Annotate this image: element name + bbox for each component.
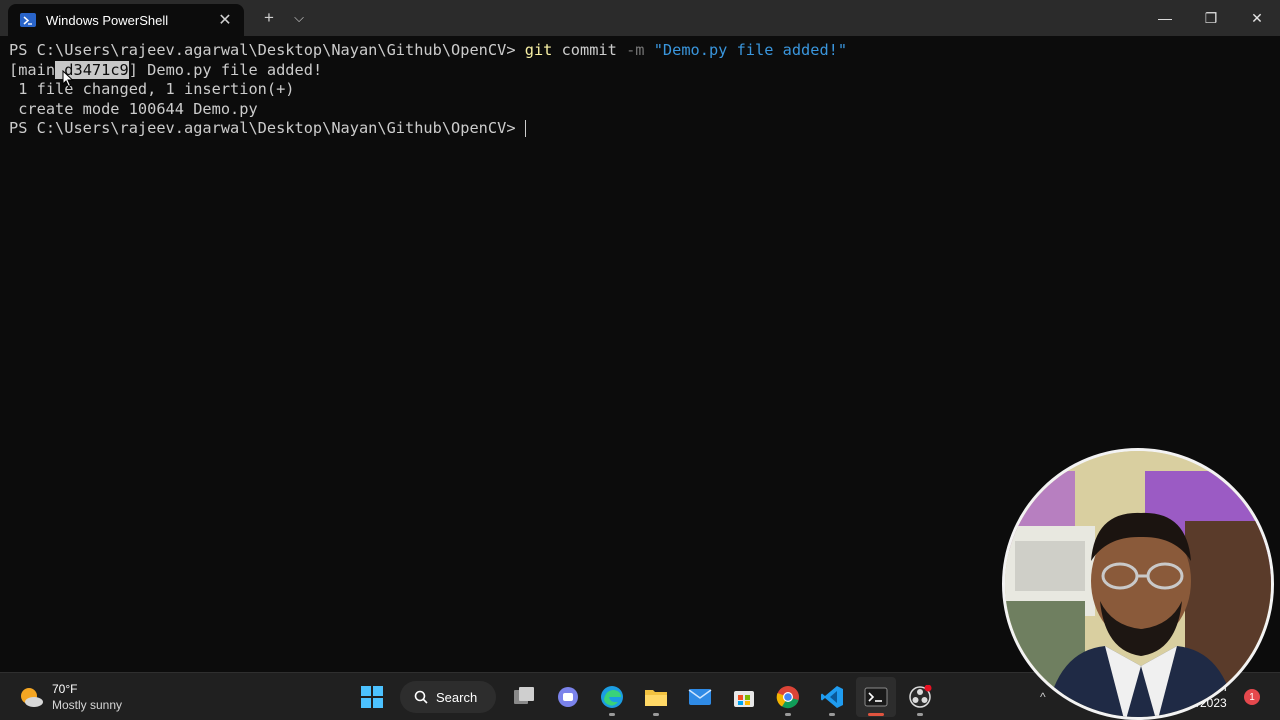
commit-message: "Demo.py file added!" bbox=[653, 41, 848, 59]
start-button[interactable] bbox=[352, 677, 392, 717]
store-button[interactable] bbox=[724, 677, 764, 717]
show-hidden-icons-chevron[interactable]: ^ bbox=[1040, 690, 1046, 704]
terminal-line-mode: create mode 100644 Demo.py bbox=[9, 99, 258, 118]
tab-windows-powershell[interactable]: Windows PowerShell ✕ bbox=[8, 4, 244, 36]
task-view-icon bbox=[514, 687, 534, 704]
running-indicator bbox=[829, 713, 835, 716]
desktop: Windows PowerShell ✕ + ⌵ — ❐ ✕ PS C:\Use… bbox=[0, 0, 1280, 720]
file-explorer-icon bbox=[645, 690, 667, 706]
store-icon bbox=[734, 691, 754, 707]
title-drag-area[interactable] bbox=[314, 0, 1142, 36]
running-indicator bbox=[609, 713, 615, 716]
chrome-icon bbox=[776, 686, 799, 709]
mail-button[interactable] bbox=[680, 677, 720, 717]
weather-widget[interactable]: 70°F Mostly sunny bbox=[18, 681, 122, 713]
weather-temperature: 70°F bbox=[52, 682, 78, 696]
terminal-line-stats: 1 file changed, 1 insertion(+) bbox=[9, 80, 295, 98]
vscode-button[interactable] bbox=[812, 677, 852, 717]
running-indicator bbox=[653, 713, 659, 716]
obs-button[interactable] bbox=[900, 677, 940, 717]
git-flag: -m bbox=[626, 41, 645, 59]
task-view-button[interactable] bbox=[504, 677, 544, 717]
text-cursor bbox=[524, 120, 526, 137]
running-indicator bbox=[917, 713, 923, 716]
close-window-button[interactable]: ✕ bbox=[1234, 0, 1280, 36]
notification-badge[interactable]: 1 bbox=[1244, 689, 1260, 705]
webcam-overlay bbox=[1002, 448, 1274, 720]
vscode-icon bbox=[821, 686, 843, 708]
title-bar: Windows PowerShell ✕ + ⌵ — ❐ ✕ bbox=[0, 0, 1280, 36]
branch-open: [main bbox=[9, 60, 56, 79]
mail-icon bbox=[688, 689, 712, 705]
terminal-line-command: PS C:\Users\rajeev.agarwal\Desktop\Nayan… bbox=[9, 41, 1280, 61]
terminal-button[interactable] bbox=[856, 677, 896, 717]
new-tab-button[interactable]: + bbox=[254, 0, 284, 36]
prompt: PS C:\Users\rajeev.agarwal\Desktop\Nayan… bbox=[9, 119, 525, 137]
taskbar-apps: Search bbox=[352, 677, 940, 717]
terminal-line-prompt: PS C:\Users\rajeev.agarwal\Desktop\Nayan… bbox=[9, 119, 1280, 139]
search-icon bbox=[414, 690, 428, 704]
terminal-icon bbox=[864, 687, 888, 707]
mouse-pointer-icon bbox=[62, 70, 74, 88]
file-explorer-button[interactable] bbox=[636, 677, 676, 717]
powershell-icon bbox=[20, 13, 36, 27]
obs-icon bbox=[909, 685, 932, 708]
restore-button[interactable]: ❐ bbox=[1188, 0, 1234, 36]
weather-sun-icon bbox=[21, 688, 43, 707]
tab-title: Windows PowerShell bbox=[46, 12, 169, 28]
search-label: Search bbox=[436, 689, 478, 705]
teams-chat-button[interactable] bbox=[548, 677, 588, 717]
edge-button[interactable] bbox=[592, 677, 632, 717]
teams-chat-icon bbox=[558, 687, 578, 707]
edge-icon bbox=[601, 686, 623, 708]
commit-summary: ] Demo.py file added! bbox=[128, 60, 323, 79]
weather-condition: Mostly sunny bbox=[52, 698, 123, 712]
running-indicator bbox=[785, 713, 791, 716]
taskbar-search-button[interactable]: Search bbox=[400, 681, 496, 713]
tab-dropdown-button[interactable]: ⌵ bbox=[284, 0, 314, 36]
weather-text: 70°F Mostly sunny bbox=[52, 681, 122, 713]
prompt: PS C:\Users\rajeev.agarwal\Desktop\Nayan… bbox=[9, 41, 525, 59]
terminal-line-commit: [main d3471c9] Demo.py file added! bbox=[9, 60, 1280, 81]
minimize-button[interactable]: — bbox=[1142, 0, 1188, 36]
webcam-person-image bbox=[1005, 451, 1271, 717]
active-indicator bbox=[868, 713, 884, 716]
close-tab-icon[interactable]: ✕ bbox=[216, 10, 234, 30]
windows-start-icon bbox=[361, 686, 383, 708]
git-keyword: git bbox=[524, 41, 553, 59]
git-subcommand: commit bbox=[552, 41, 627, 59]
chrome-button[interactable] bbox=[768, 677, 808, 717]
